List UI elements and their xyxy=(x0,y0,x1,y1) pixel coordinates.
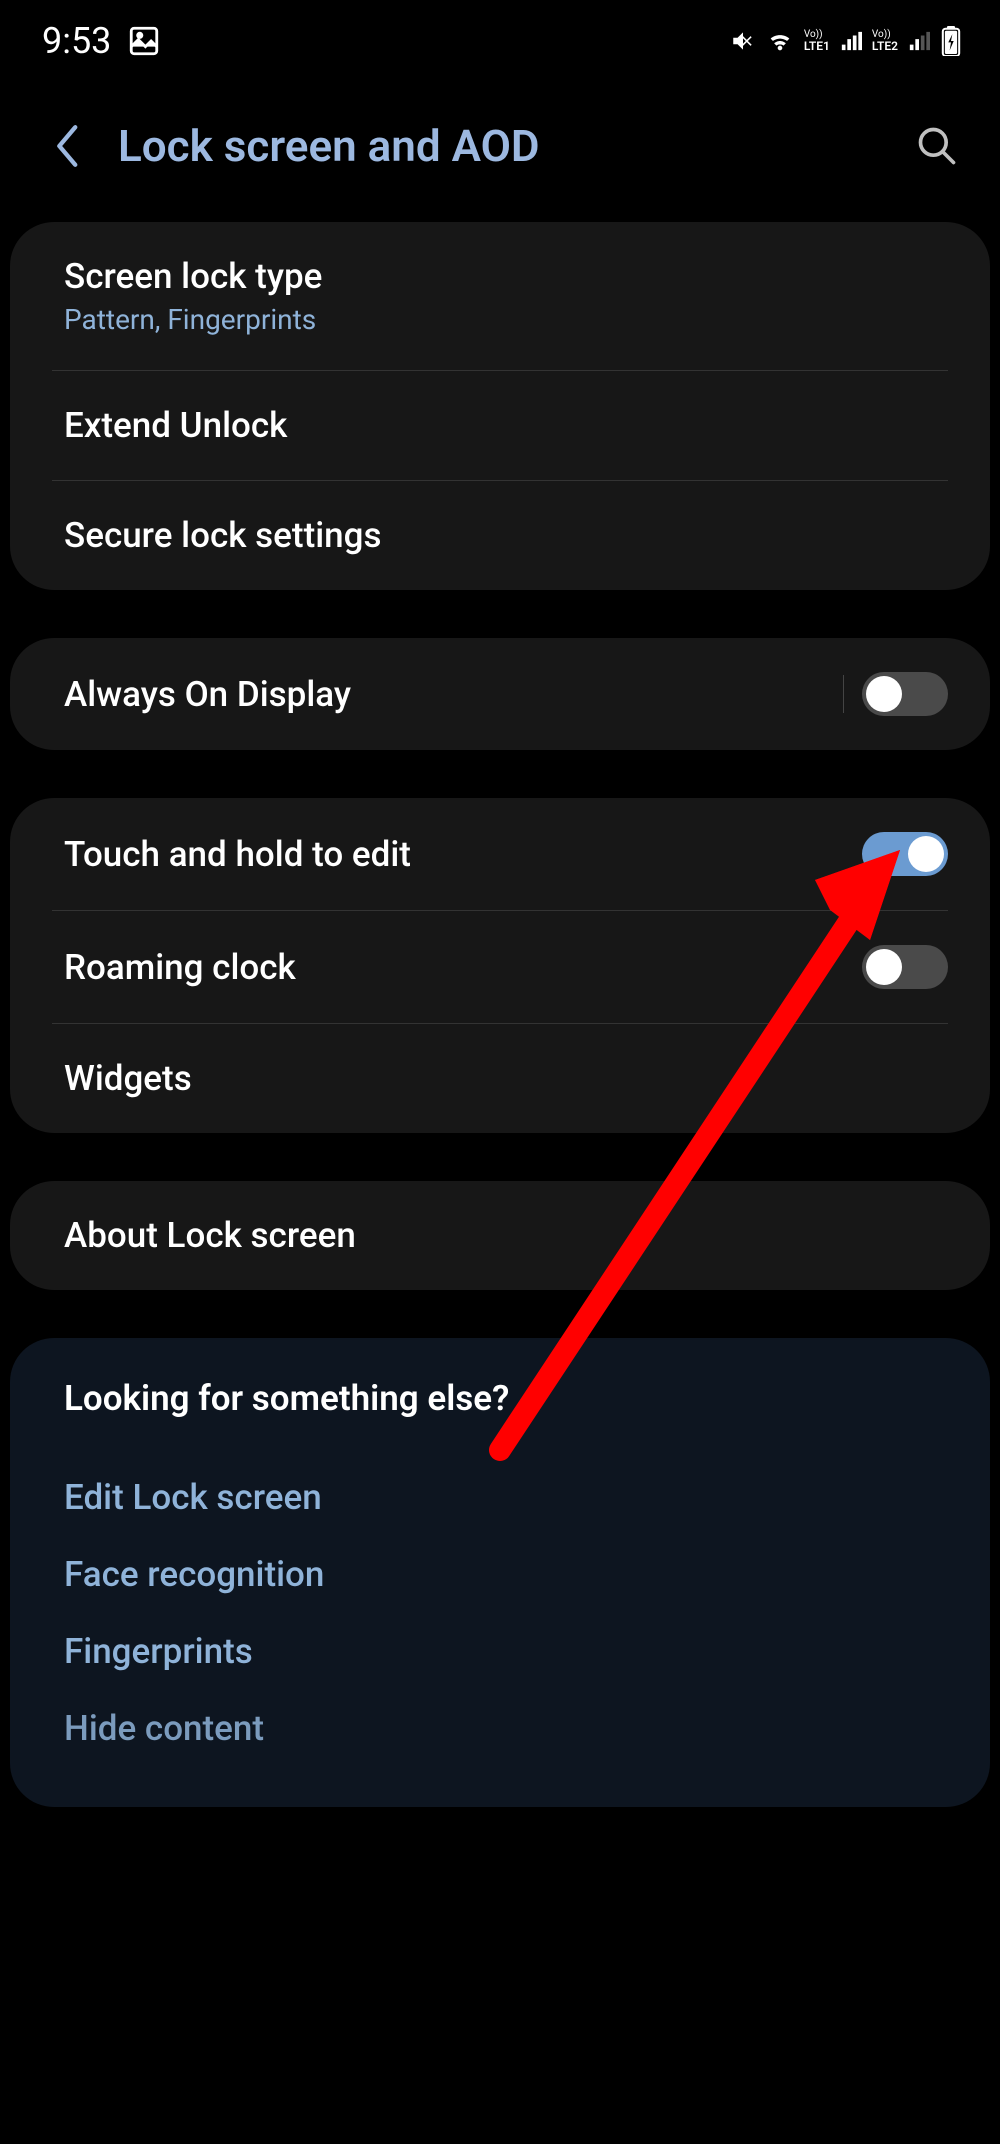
aod-toggle[interactable] xyxy=(862,672,948,716)
signal2-icon xyxy=(908,30,930,52)
link-face-recognition[interactable]: Face recognition xyxy=(64,1536,936,1613)
roaming-clock-title: Roaming clock xyxy=(64,947,296,988)
item-screen-lock-type[interactable]: Screen lock type Pattern, Fingerprints xyxy=(10,222,990,370)
link-fingerprints[interactable]: Fingerprints xyxy=(64,1613,936,1690)
item-roaming-clock[interactable]: Roaming clock xyxy=(10,911,990,1023)
back-button[interactable] xyxy=(48,121,88,171)
touch-hold-title: Touch and hold to edit xyxy=(64,834,411,875)
card-lock-type: Screen lock type Pattern, Fingerprints E… xyxy=(10,222,990,590)
card-looking-for: Looking for something else? Edit Lock sc… xyxy=(10,1338,990,1807)
extend-unlock-title: Extend Unlock xyxy=(64,405,287,446)
signal1-icon xyxy=(840,30,862,52)
page-title: Lock screen and AOD xyxy=(118,120,882,172)
item-widgets[interactable]: Widgets xyxy=(10,1024,990,1133)
roaming-clock-toggle[interactable] xyxy=(862,945,948,989)
aod-title: Always On Display xyxy=(64,674,351,715)
image-icon xyxy=(127,24,161,58)
toggle-divider xyxy=(843,675,844,713)
card-edit-clock-widgets: Touch and hold to edit Roaming clock Wid… xyxy=(10,798,990,1133)
wifi-icon xyxy=(766,27,794,55)
status-bar: 9:53 Vo)) LTE1 Vo)) LTE2 xyxy=(0,0,1000,80)
link-edit-lock-screen[interactable]: Edit Lock screen xyxy=(64,1459,936,1536)
link-hide-content[interactable]: Hide content xyxy=(64,1690,936,1767)
battery-charging-icon xyxy=(940,26,962,56)
sim1-indicator: Vo)) LTE1 xyxy=(804,30,830,52)
search-button[interactable] xyxy=(912,121,962,171)
item-about-lock-screen[interactable]: About Lock screen xyxy=(10,1181,990,1290)
mute-vibrate-icon xyxy=(730,28,756,54)
about-title: About Lock screen xyxy=(64,1215,356,1256)
secure-lock-title: Secure lock settings xyxy=(64,515,382,556)
item-extend-unlock[interactable]: Extend Unlock xyxy=(10,371,990,480)
item-secure-lock-settings[interactable]: Secure lock settings xyxy=(10,481,990,590)
page-header: Lock screen and AOD xyxy=(0,80,1000,222)
status-time: 9:53 xyxy=(42,20,111,62)
screen-lock-type-subtitle: Pattern, Fingerprints xyxy=(64,303,322,336)
looking-for-title: Looking for something else? xyxy=(64,1378,936,1419)
card-about: About Lock screen xyxy=(10,1181,990,1290)
item-touch-hold-edit[interactable]: Touch and hold to edit xyxy=(10,798,990,910)
widgets-title: Widgets xyxy=(64,1058,192,1099)
item-always-on-display[interactable]: Always On Display xyxy=(10,638,990,750)
card-aod: Always On Display xyxy=(10,638,990,750)
sim2-indicator: Vo)) LTE2 xyxy=(872,30,898,52)
screen-lock-type-title: Screen lock type xyxy=(64,256,322,297)
touch-hold-toggle[interactable] xyxy=(862,832,948,876)
